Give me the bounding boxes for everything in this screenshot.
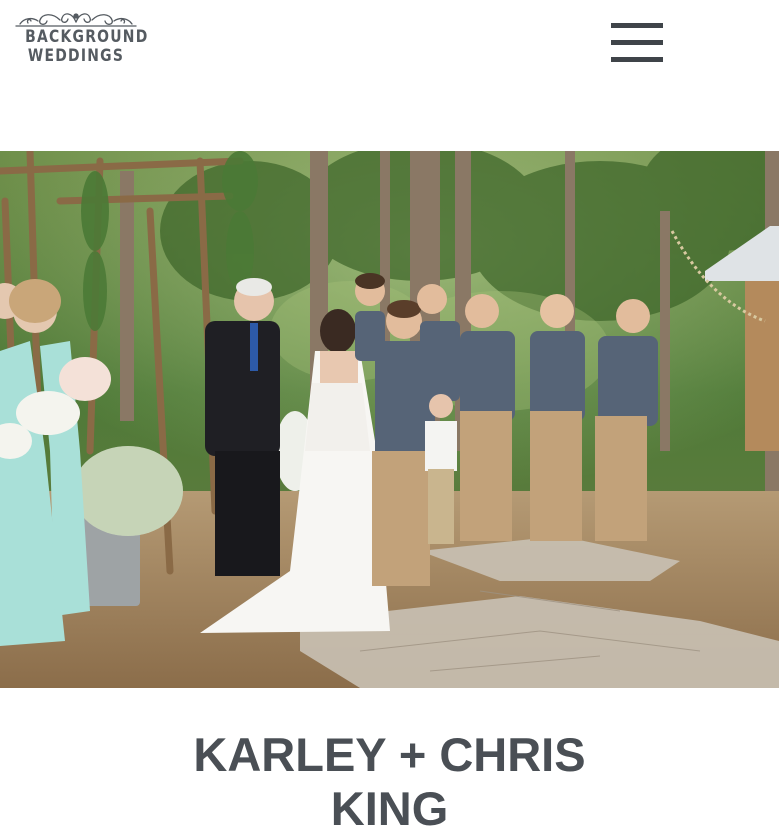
post-title: KARLEY + CHRIS KING [0,728,779,836]
menu-bar-middle [611,40,663,45]
hero-image [0,151,779,688]
post-title-line2: KING [330,782,449,835]
logo-text-line2: WEDDINGS [27,46,125,66]
site-header: BACKGROUND WEDDINGS [0,0,779,151]
site-logo[interactable]: BACKGROUND WEDDINGS [14,8,149,70]
wedding-ceremony-photo [0,151,779,688]
hamburger-menu-icon[interactable] [611,23,663,65]
menu-bar-bottom [611,57,663,62]
post-title-area: KARLEY + CHRIS KING [0,688,779,836]
menu-bar-top [611,23,663,28]
post-title-line1: KARLEY + CHRIS [193,728,586,781]
logo-text-line1: BACKGROUND [25,27,149,47]
